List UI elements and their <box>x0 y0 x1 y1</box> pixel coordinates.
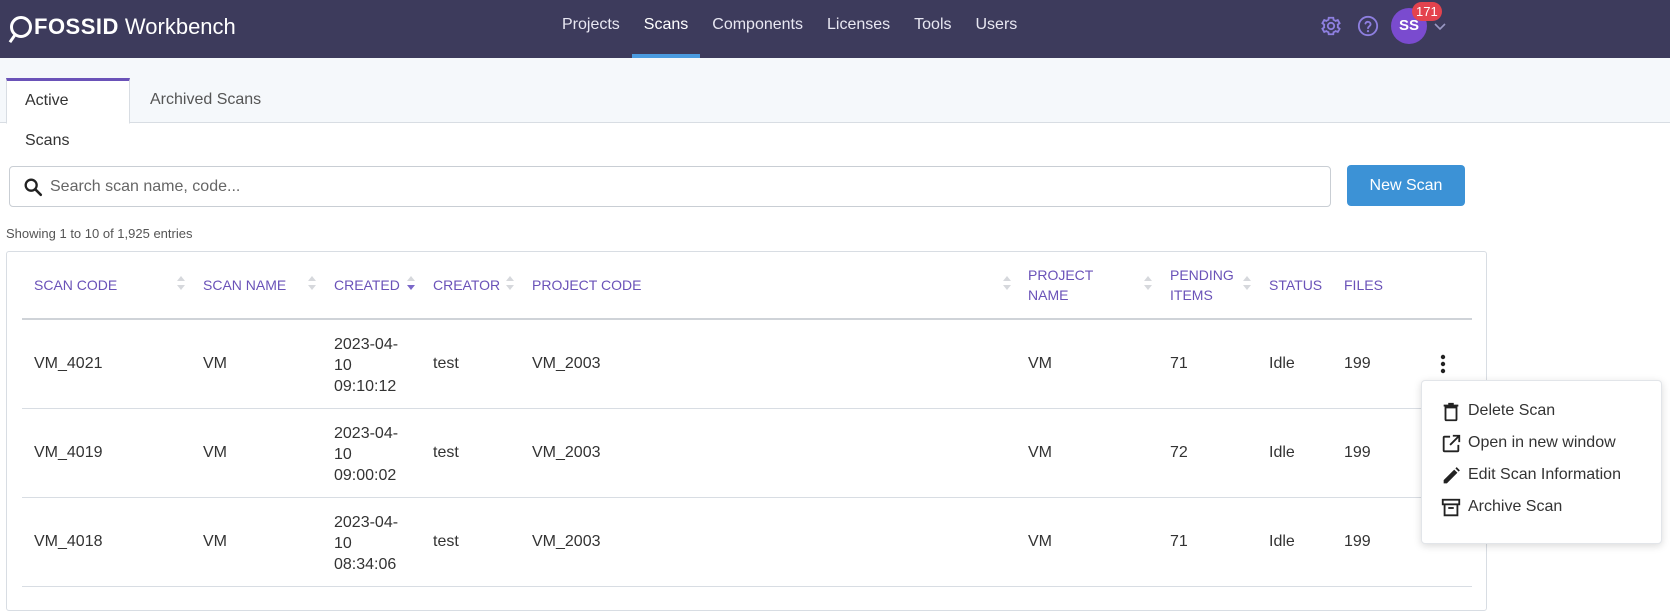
cell-project-code: VM_2003 <box>532 355 601 372</box>
header-scan-code[interactable]: SCAN CODE <box>34 275 117 295</box>
top-navbar: FOSSID Workbench Projects Scans Componen… <box>0 0 1670 58</box>
sort-icon[interactable] <box>176 274 186 292</box>
table-row[interactable]: VM_4018 VM 2023-04- 10 08:34:06 test VM_… <box>22 498 1472 587</box>
nav-users[interactable]: Users <box>964 0 1030 58</box>
help-icon[interactable] <box>1357 15 1379 37</box>
nav-components[interactable]: Components <box>700 0 815 58</box>
new-scan-button[interactable]: New Scan <box>1347 165 1465 206</box>
search-icon <box>24 178 43 197</box>
cell-files: 199 <box>1344 444 1371 461</box>
cell-creator: test <box>433 355 459 372</box>
gear-icon[interactable] <box>1320 15 1342 37</box>
header-project-code[interactable]: PROJECT CODE <box>532 275 641 295</box>
trash-icon <box>1443 402 1459 422</box>
cell-status: Idle <box>1269 355 1295 372</box>
nav-projects[interactable]: Projects <box>550 0 632 58</box>
menu-delete-scan[interactable]: Delete Scan <box>1422 397 1663 427</box>
cell-created: 2023-04- 10 09:10:12 <box>334 336 399 395</box>
logo-product: Workbench <box>124 14 236 39</box>
fossid-logo[interactable]: FOSSID Workbench <box>10 12 236 42</box>
more-vert-icon[interactable] <box>1437 353 1449 375</box>
cell-pending-items: 72 <box>1170 444 1188 461</box>
cell-pending-items: 71 <box>1170 533 1188 550</box>
logo-magnifier-icon <box>10 16 32 38</box>
sort-desc-icon[interactable] <box>406 274 416 292</box>
sort-icon[interactable] <box>1143 274 1153 292</box>
main-nav: Projects Scans Components Licenses Tools… <box>550 0 1029 58</box>
cell-created: 2023-04- 10 08:34:06 <box>334 514 399 573</box>
nav-scans[interactable]: Scans <box>631 0 701 58</box>
search-input[interactable] <box>50 167 1320 206</box>
cell-project-code: VM_2003 <box>532 533 601 550</box>
table-row[interactable]: VM_4019 VM 2023-04- 10 09:00:02 test VM_… <box>22 409 1472 498</box>
cell-creator: test <box>433 533 459 550</box>
cell-files: 199 <box>1344 533 1371 550</box>
cell-files: 199 <box>1344 355 1371 372</box>
tab-active-scans[interactable]: Active Scans <box>6 78 130 149</box>
header-files[interactable]: FILES <box>1344 275 1383 295</box>
tab-archived-scans[interactable]: Archived Scans <box>132 78 279 124</box>
cell-scan-name: VM <box>203 444 227 461</box>
nav-licenses[interactable]: Licenses <box>815 0 902 58</box>
archive-icon <box>1441 498 1461 517</box>
sort-icon[interactable] <box>307 274 317 292</box>
menu-archive-scan[interactable]: Archive Scan <box>1422 493 1663 523</box>
cell-project-code: VM_2003 <box>532 444 601 461</box>
menu-edit-scan-info[interactable]: Edit Scan Information <box>1422 461 1663 491</box>
chevron-down-icon[interactable] <box>1432 18 1448 34</box>
cell-project-name: VM <box>1028 533 1052 550</box>
table-row[interactable]: VM_4021 VM 2023-04- 10 09:10:12 test VM_… <box>22 320 1472 409</box>
cell-created: 2023-04- 10 09:00:02 <box>334 425 399 484</box>
cell-scan-code: VM_4019 <box>34 444 103 461</box>
nav-tools[interactable]: Tools <box>902 0 963 58</box>
cell-scan-name: VM <box>203 355 227 372</box>
menu-open-new-window[interactable]: Open in new window <box>1422 429 1663 459</box>
header-creator[interactable]: CREATOR <box>433 275 500 295</box>
cell-pending-items: 71 <box>1170 355 1188 372</box>
scan-tabs: Active Scans Archived Scans <box>0 58 1670 149</box>
sort-icon[interactable] <box>1242 274 1252 292</box>
header-created[interactable]: CREATED <box>334 275 400 295</box>
cell-creator: test <box>433 444 459 461</box>
cell-status: Idle <box>1269 444 1295 461</box>
scans-table: SCAN CODE SCAN NAME CREATED CREATOR PROJ… <box>6 251 1487 611</box>
cell-scan-code: VM_4021 <box>34 355 103 372</box>
scan-context-menu: Delete Scan Open in new window Edit Scan… <box>1421 380 1662 544</box>
sort-icon[interactable] <box>1002 274 1012 292</box>
logo-brand: FOSSID <box>34 14 119 39</box>
header-pending-items[interactable]: PENDING ITEMS <box>1170 265 1234 305</box>
cell-scan-name: VM <box>203 533 227 550</box>
sort-icon[interactable] <box>505 274 515 292</box>
entries-count: Showing 1 to 10 of 1,925 entries <box>6 226 193 241</box>
cell-project-name: VM <box>1028 355 1052 372</box>
cell-project-name: VM <box>1028 444 1052 461</box>
cell-scan-code: VM_4018 <box>34 533 103 550</box>
cell-status: Idle <box>1269 533 1295 550</box>
header-scan-name[interactable]: SCAN NAME <box>203 275 286 295</box>
header-project-name[interactable]: PROJECT NAME <box>1028 265 1093 305</box>
search-box <box>9 166 1331 207</box>
pencil-icon <box>1443 467 1460 484</box>
header-status[interactable]: STATUS <box>1269 275 1322 295</box>
open-in-new-icon <box>1442 434 1461 453</box>
